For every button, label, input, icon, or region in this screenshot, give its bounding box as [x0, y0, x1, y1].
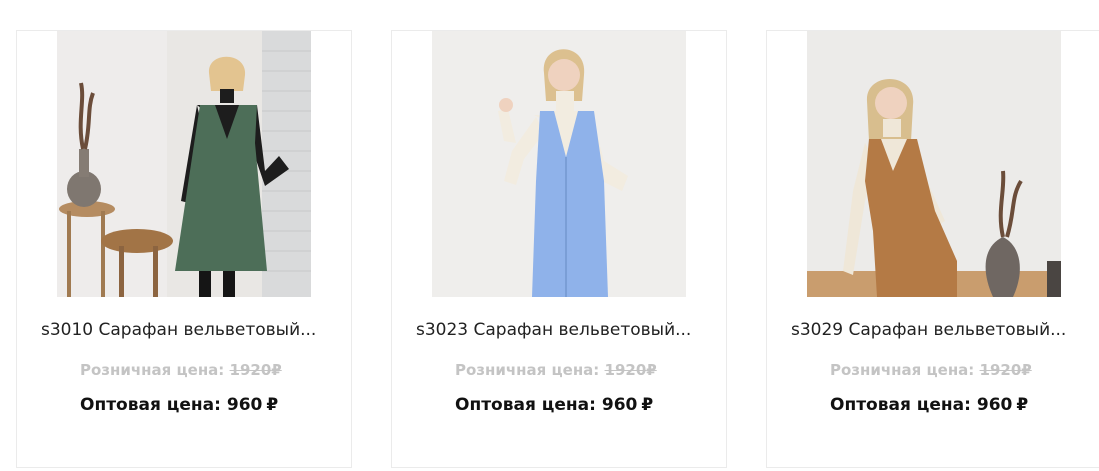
- product-title[interactable]: s3010 Сарафан вельветовый...: [41, 320, 331, 340]
- retail-price-label: Розничная цена:: [80, 361, 225, 379]
- product-image[interactable]: [807, 31, 1061, 297]
- ruble-icon: ₽: [1021, 361, 1032, 379]
- product-card[interactable]: s3010 Сарафан вельветовый... Розничная ц…: [16, 30, 352, 468]
- wholesale-price-label: Оптовая цена:: [80, 395, 221, 415]
- wholesale-price: Оптовая цена: 960 ₽: [830, 395, 1028, 415]
- ruble-icon: ₽: [641, 395, 654, 415]
- product-image[interactable]: [432, 31, 686, 297]
- product-image[interactable]: [57, 31, 311, 297]
- wholesale-price-value: 960: [226, 395, 263, 415]
- wholesale-price-label: Оптовая цена:: [455, 395, 596, 415]
- ruble-icon: ₽: [646, 361, 657, 379]
- product-title[interactable]: s3029 Сарафан вельветовый...: [791, 320, 1081, 340]
- retail-price: Розничная цена: 1920₽: [830, 361, 1032, 379]
- retail-price-number: 1920: [979, 361, 1022, 379]
- retail-price-label: Розничная цена:: [830, 361, 975, 379]
- product-card[interactable]: s3029 Сарафан вельветовый... Розничная ц…: [766, 30, 1099, 468]
- wholesale-price: Оптовая цена: 960 ₽: [80, 395, 278, 415]
- product-title[interactable]: s3023 Сарафан вельветовый...: [416, 320, 706, 340]
- wholesale-price-label: Оптовая цена:: [830, 395, 971, 415]
- retail-price-value: 1920₽: [230, 361, 282, 379]
- ruble-icon: ₽: [1016, 395, 1029, 415]
- product-photo-brown-dress: [807, 31, 1061, 297]
- retail-price: Розничная цена: 1920₽: [455, 361, 657, 379]
- wholesale-price: Оптовая цена: 960 ₽: [455, 395, 653, 415]
- retail-price-value: 1920₽: [980, 361, 1032, 379]
- ruble-icon: ₽: [271, 361, 282, 379]
- retail-price-value: 1920₽: [605, 361, 657, 379]
- wholesale-price-value: 960: [976, 395, 1013, 415]
- wholesale-price-value: 960: [601, 395, 638, 415]
- retail-price-label: Розничная цена:: [455, 361, 600, 379]
- retail-price-number: 1920: [229, 361, 272, 379]
- retail-price-number: 1920: [604, 361, 647, 379]
- product-photo-blue-dress: [432, 31, 686, 297]
- product-photo-green-dress: [57, 31, 311, 297]
- product-card[interactable]: s3023 Сарафан вельветовый... Розничная ц…: [391, 30, 727, 468]
- ruble-icon: ₽: [266, 395, 279, 415]
- retail-price: Розничная цена: 1920₽: [80, 361, 282, 379]
